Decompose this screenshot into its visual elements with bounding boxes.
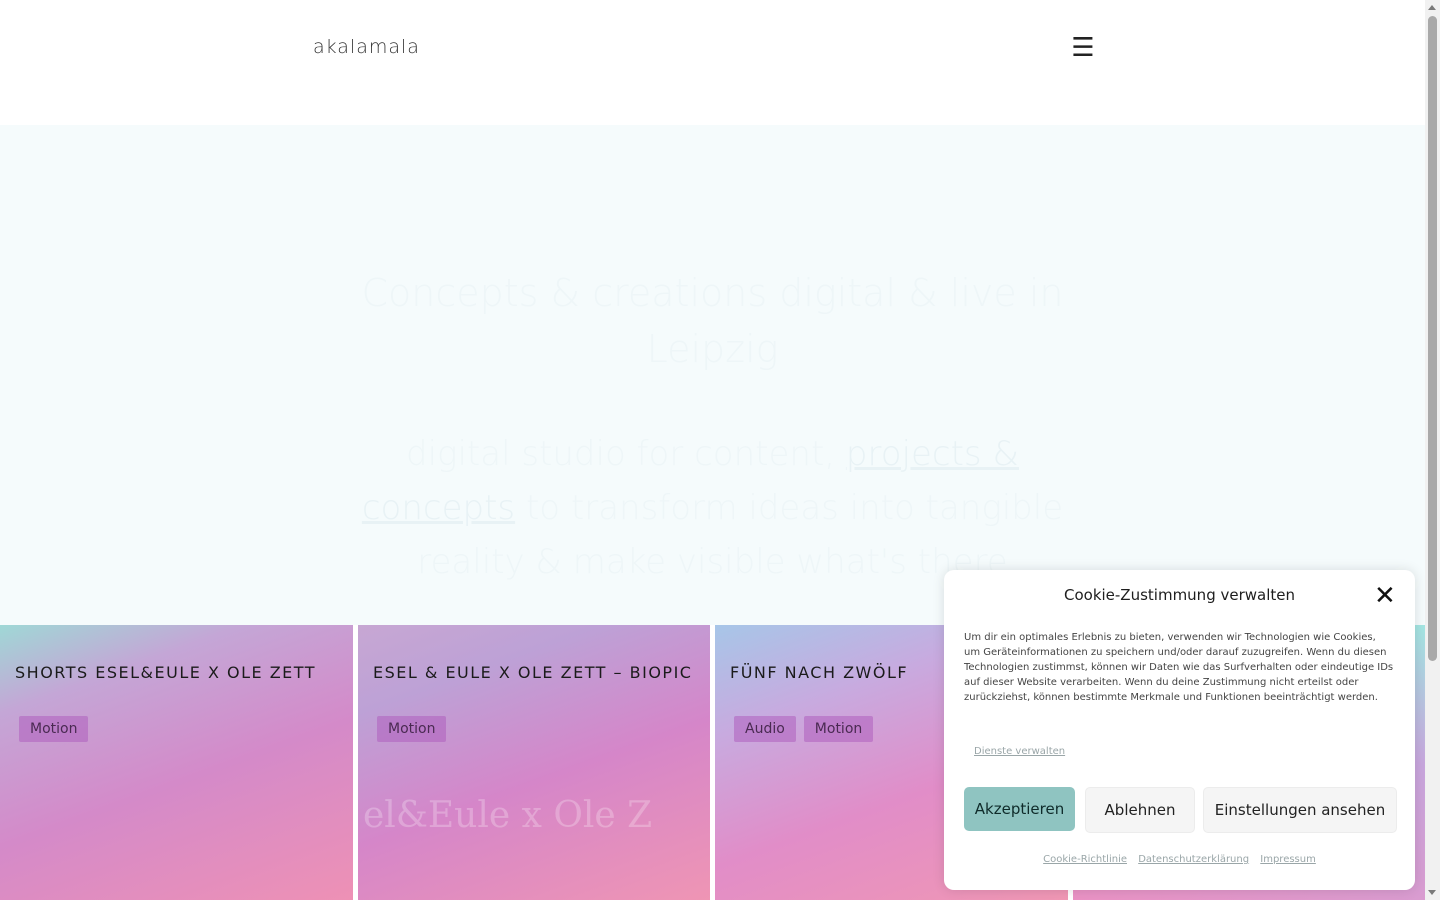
- deny-button[interactable]: Ablehnen: [1085, 787, 1195, 833]
- project-card-tags: Motion: [377, 716, 447, 742]
- hero-subline-suffix: to transform ideas into tangible reality…: [417, 488, 1064, 582]
- site-header: akalamala ☰: [0, 0, 1425, 125]
- project-card-tags: Motion: [19, 716, 89, 742]
- cookie-footer-links: Cookie-Richtlinie Datenschutzerklärung I…: [944, 854, 1415, 865]
- tag-badge[interactable]: Motion: [377, 716, 447, 742]
- project-card[interactable]: el&Eule x Ole Z ESEL & EULE X OLE ZETT –…: [358, 625, 710, 900]
- tag-badge[interactable]: Motion: [803, 716, 874, 742]
- imprint-link[interactable]: Impressum: [1260, 854, 1316, 865]
- project-card[interactable]: SHORTS ESEL&EULE X OLE ZETT Motion: [0, 625, 353, 900]
- scrollbar-thumb[interactable]: [1428, 16, 1437, 661]
- close-icon[interactable]: ✕: [1374, 583, 1396, 609]
- privacy-policy-link[interactable]: Datenschutzerklärung: [1138, 854, 1249, 865]
- scroll-down-arrow-icon[interactable]: [1428, 890, 1436, 895]
- accept-button[interactable]: Akzeptieren: [964, 787, 1075, 831]
- hero-subline-prefix: digital studio for content,: [406, 434, 836, 474]
- tag-badge[interactable]: Motion: [19, 716, 89, 742]
- menu-icon[interactable]: ☰: [1071, 35, 1095, 61]
- project-card-title[interactable]: SHORTS ESEL&EULE X OLE ZETT: [15, 663, 316, 682]
- project-card-tags: Audio Motion: [734, 716, 874, 742]
- hero-subline: digital studio for content, projects & c…: [345, 427, 1080, 589]
- cookie-dialog-title: Cookie-Zustimmung verwalten: [1063, 586, 1295, 604]
- site-logo[interactable]: akalamala: [313, 36, 420, 58]
- card-artwork-text: el&Eule x Ole Z: [363, 795, 653, 836]
- project-card-title[interactable]: FÜNF NACH ZWÖLF: [730, 663, 908, 682]
- scroll-up-arrow-icon[interactable]: [1428, 5, 1436, 10]
- tag-badge[interactable]: Audio: [734, 716, 796, 742]
- cookie-dialog-text: Um dir ein optimales Erlebnis zu bieten,…: [964, 632, 1394, 703]
- page-scrollbar[interactable]: [1425, 0, 1440, 900]
- manage-services-link[interactable]: Dienste verwalten: [974, 746, 1065, 757]
- hero-section: Concepts & creations digital & live in L…: [0, 125, 1425, 625]
- view-settings-button[interactable]: Einstellungen ansehen: [1203, 787, 1397, 833]
- hero-headline: Concepts & creations digital & live in L…: [361, 271, 1064, 371]
- cookie-consent-dialog: Cookie-Zustimmung verwalten ✕ Um dir ein…: [944, 570, 1415, 890]
- project-card-title[interactable]: ESEL & EULE X OLE ZETT – BIOPIC: [373, 663, 692, 682]
- cookie-policy-link[interactable]: Cookie-Richtlinie: [1043, 854, 1127, 865]
